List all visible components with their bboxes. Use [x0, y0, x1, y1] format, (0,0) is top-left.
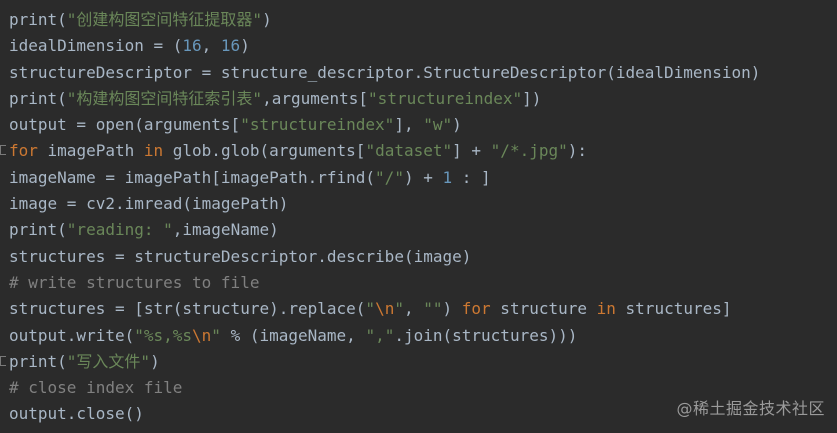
code-token: for: [461, 299, 491, 319]
code-token: "reading: ": [66, 220, 173, 240]
code-token: ] +: [452, 141, 491, 161]
code-token: 16: [182, 36, 202, 56]
code-text: for imagePath in glob.glob(arguments["da…: [0, 141, 587, 160]
code-token: "%s,%s: [134, 325, 193, 345]
code-token: ": [365, 299, 376, 319]
code-text: output = open(arguments["structureindex"…: [0, 115, 462, 134]
code-token: print(: [9, 10, 67, 29]
code-line[interactable]: output.write("%s,%s\n" % (imageName, ","…: [0, 323, 837, 349]
code-token: \n: [375, 299, 395, 319]
code-token: ): [240, 36, 250, 56]
code-token: "structureindex": [240, 115, 395, 135]
code-token: idealDimension = (: [9, 36, 183, 56]
code-token: 1: [442, 167, 453, 187]
code-token: output = open(arguments[: [9, 115, 241, 135]
code-token: image = cv2.imread(imagePath): [9, 194, 289, 214]
code-token: ,imageName): [172, 220, 279, 240]
code-token: in: [596, 299, 616, 319]
code-text: # close index file: [0, 378, 182, 397]
code-token: structureDescriptor = structure_descript…: [9, 62, 761, 82]
code-text: output.close(): [0, 404, 144, 423]
code-token: ):: [567, 141, 587, 161]
code-line[interactable]: print("写入文件"): [0, 349, 837, 375]
code-line[interactable]: structureDescriptor = structure_descript…: [0, 60, 837, 86]
code-line[interactable]: print("构建构图空间特征索引表",arguments["structure…: [0, 86, 837, 112]
code-token: ],: [394, 115, 424, 135]
code-token: ": [211, 325, 221, 345]
code-text: print("构建构图空间特征索引表",arguments["structure…: [0, 89, 541, 108]
code-line[interactable]: output = open(arguments["structureindex"…: [0, 112, 837, 138]
code-text: structures = [str(structure).replace("\n…: [0, 299, 732, 318]
code-token: ]): [522, 88, 542, 108]
code-token: "w": [423, 115, 453, 135]
code-token: # write structures to file: [9, 272, 260, 292]
code-token: ,: [403, 299, 424, 319]
code-line[interactable]: print("reading: ",imageName): [0, 217, 837, 243]
code-token: \n: [192, 325, 212, 345]
code-token: for: [9, 141, 38, 161]
code-token: print(: [9, 88, 67, 108]
code-token: "构建构图空间特征索引表": [66, 88, 263, 108]
code-token: ): [452, 115, 462, 135]
code-line[interactable]: print("创建构图空间特征提取器"): [0, 7, 837, 33]
code-token: print(: [9, 220, 67, 240]
code-token: .join(structures))): [394, 325, 578, 345]
code-text: print("创建构图空间特征提取器"): [0, 10, 272, 29]
code-token: "/*.jpg": [490, 141, 568, 161]
code-token: 16: [220, 36, 241, 56]
code-token: structures]: [615, 299, 732, 319]
code-line[interactable]: structures = [str(structure).replace("\n…: [0, 296, 837, 322]
code-token: glob.glob(arguments[: [163, 141, 366, 161]
code-text: output.write("%s,%s\n" % (imageName, ","…: [0, 326, 577, 345]
code-token: imageName = imagePath[imagePath.rfind(: [9, 167, 376, 187]
code-text: # write structures to file: [0, 273, 259, 292]
code-line[interactable]: for imagePath in glob.glob(arguments["da…: [0, 138, 837, 164]
code-token: structures = structureDescriptor.describ…: [9, 246, 472, 266]
code-token: % (imageName,: [220, 325, 366, 345]
code-token: : ]: [452, 167, 491, 187]
code-token: ,arguments[: [262, 88, 369, 108]
code-editor[interactable]: print("创建构图空间特征提取器") idealDimension = (16…: [0, 7, 837, 433]
code-line[interactable]: imageName = imagePath[imagePath.rfind("/…: [0, 165, 837, 191]
code-text: idealDimension = (16, 16): [0, 36, 250, 55]
code-token: ",": [365, 325, 395, 345]
fold-marker-icon[interactable]: [0, 355, 6, 366]
code-token: structure: [490, 299, 597, 319]
code-token: "": [423, 299, 443, 319]
code-text: imageName = imagePath[imagePath.rfind("/…: [0, 168, 491, 187]
code-line[interactable]: structures = structureDescriptor.describ…: [0, 244, 837, 270]
code-line[interactable]: # write structures to file: [0, 270, 837, 296]
code-token: "创建构图空间特征提取器": [66, 10, 263, 29]
code-token: ): [442, 299, 462, 319]
code-text: print("写入文件"): [0, 352, 160, 371]
code-token: "/": [375, 167, 404, 187]
watermark: @稀土掘金技术社区: [676, 399, 825, 418]
code-text: structureDescriptor = structure_descript…: [0, 63, 760, 82]
code-token: output.write(: [9, 325, 135, 345]
code-token: "dataset": [365, 141, 453, 161]
code-line[interactable]: image = cv2.imread(imagePath): [0, 191, 837, 217]
code-text: structures = structureDescriptor.describ…: [0, 247, 471, 266]
code-token: ): [150, 351, 160, 371]
code-token: structures = [str(structure).replace(: [9, 299, 366, 319]
code-token: "写入文件": [66, 351, 151, 371]
code-token: ) +: [403, 167, 443, 187]
code-token: ,: [201, 36, 221, 56]
code-token: in: [143, 141, 164, 161]
code-token: ): [262, 10, 272, 29]
code-line[interactable]: idealDimension = (16, 16): [0, 33, 837, 59]
code-text: image = cv2.imread(imagePath): [0, 194, 288, 213]
code-token: ": [394, 299, 404, 319]
code-token: imagePath: [37, 141, 144, 161]
code-token: # close index file: [9, 378, 183, 398]
fold-marker-icon[interactable]: [0, 145, 6, 156]
code-token: "structureindex": [368, 88, 523, 108]
code-text: print("reading: ",imageName): [0, 220, 279, 239]
code-token: print(: [9, 351, 67, 371]
code-token: output.close(): [9, 404, 144, 424]
